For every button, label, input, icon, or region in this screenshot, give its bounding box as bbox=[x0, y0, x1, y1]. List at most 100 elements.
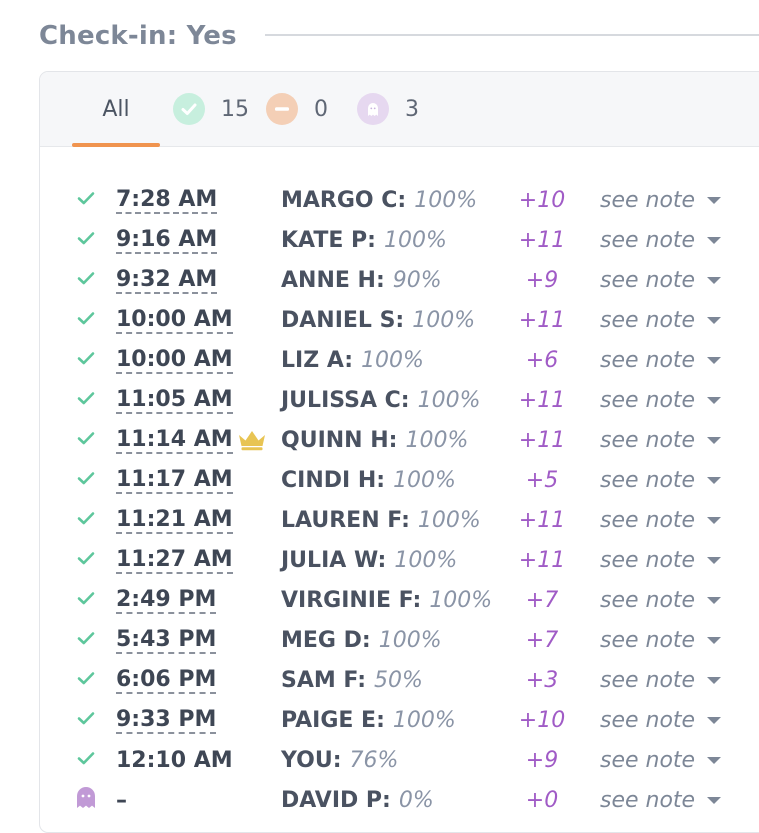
check-icon bbox=[76, 349, 96, 371]
check-circle-icon bbox=[173, 93, 205, 125]
see-note-dropdown[interactable]: see note bbox=[600, 660, 722, 700]
see-note-dropdown[interactable]: see note bbox=[600, 580, 722, 620]
see-note-dropdown[interactable]: see note bbox=[600, 260, 722, 300]
table-row: 10:00 AM LIZ A: 100% +6 see note bbox=[40, 340, 759, 380]
see-note-dropdown[interactable]: see note bbox=[600, 340, 722, 380]
see-note-dropdown[interactable]: see note bbox=[600, 420, 722, 460]
caret-down-icon bbox=[707, 756, 722, 764]
member-percent: 100% bbox=[394, 547, 458, 573]
caret-down-icon bbox=[707, 636, 722, 644]
checkin-time: – bbox=[116, 780, 127, 820]
caret-down-icon bbox=[707, 196, 722, 204]
member-percent: 100% bbox=[361, 347, 424, 373]
table-row: 7:28 AM MARGO C: 100% +10 see note bbox=[40, 180, 759, 220]
check-icon bbox=[76, 509, 96, 531]
checkin-time-text: 6:06 PM bbox=[116, 666, 217, 694]
see-note-dropdown[interactable]: see note bbox=[600, 540, 722, 580]
caret-down-icon bbox=[707, 676, 722, 684]
check-icon bbox=[76, 669, 96, 691]
status-indicator bbox=[74, 740, 98, 780]
see-note-label: see note bbox=[600, 387, 696, 413]
checkin-time-text: 10:00 AM bbox=[116, 346, 233, 374]
member-name-text: SAM F: bbox=[281, 667, 367, 693]
member-name-text: ANNE H: bbox=[281, 267, 385, 293]
caret-down-icon bbox=[707, 356, 722, 364]
member-percent: 100% bbox=[414, 187, 478, 213]
member-name-text: MEG D: bbox=[281, 627, 371, 653]
member-name: LAUREN F: 100% bbox=[281, 500, 481, 540]
table-row: 11:27 AM JULIA W: 100% +11 see note bbox=[40, 540, 759, 580]
check-icon bbox=[76, 469, 96, 491]
caret-down-icon bbox=[707, 476, 722, 484]
table-row: 9:33 PM PAIGE E: 100% +10 see note bbox=[40, 700, 759, 740]
see-note-dropdown[interactable]: see note bbox=[600, 740, 722, 780]
caret-down-icon bbox=[707, 396, 722, 404]
status-indicator bbox=[74, 620, 98, 660]
table-row: 11:17 AM CINDI H: 100% +5 see note bbox=[40, 460, 759, 500]
see-note-dropdown[interactable]: see note bbox=[600, 700, 722, 740]
tab-checked-in[interactable]: 15 bbox=[173, 72, 249, 146]
checked-in-count: 15 bbox=[221, 96, 249, 122]
member-percent: 100% bbox=[417, 387, 481, 413]
table-row: 9:16 AM KATE P: 100% +11 see note bbox=[40, 220, 759, 260]
header-divider bbox=[265, 34, 759, 36]
status-indicator bbox=[74, 460, 98, 500]
caret-down-icon bbox=[707, 276, 722, 284]
tab-declined[interactable]: 0 bbox=[266, 72, 328, 146]
table-row: 9:32 AM ANNE H: 90% +9 see note bbox=[40, 260, 759, 300]
check-icon bbox=[76, 229, 96, 251]
member-name: MARGO C: 100% bbox=[281, 180, 477, 220]
caret-down-icon bbox=[707, 556, 722, 564]
member-name-text: DAVID P: bbox=[281, 787, 391, 813]
checkin-time-text: 7:28 AM bbox=[116, 186, 218, 214]
points-value: +6 bbox=[525, 347, 559, 373]
points-value: +7 bbox=[525, 587, 559, 613]
status-indicator bbox=[74, 300, 98, 340]
table-row: 10:00 AM DANIEL S: 100% +11 see note bbox=[40, 300, 759, 340]
member-name-text: QUINN H: bbox=[281, 427, 398, 453]
member-name-text: JULISSA C: bbox=[281, 387, 410, 413]
check-icon bbox=[76, 429, 96, 451]
see-note-dropdown[interactable]: see note bbox=[600, 220, 722, 260]
points-value: +10 bbox=[518, 707, 566, 733]
status-indicator bbox=[74, 540, 98, 580]
check-icon bbox=[76, 189, 96, 211]
ghost-icon bbox=[75, 786, 97, 814]
table-row: 6:06 PM SAM F: 50% +3 see note bbox=[40, 660, 759, 700]
see-note-dropdown[interactable]: see note bbox=[600, 180, 722, 220]
tab-all[interactable]: All bbox=[72, 72, 160, 147]
checkin-time: 11:17 AM bbox=[116, 460, 233, 500]
ghost-circle-icon bbox=[357, 93, 389, 125]
tab-no-show[interactable]: 3 bbox=[357, 72, 419, 146]
caret-down-icon bbox=[707, 236, 722, 244]
points-value: +9 bbox=[525, 747, 559, 773]
see-note-dropdown[interactable]: see note bbox=[600, 460, 722, 500]
checkin-time: 11:27 AM bbox=[116, 540, 233, 580]
check-icon bbox=[76, 709, 96, 731]
checkin-time: 5:43 PM bbox=[116, 620, 217, 660]
checkin-time-text: – bbox=[116, 787, 127, 813]
points-value: +7 bbox=[525, 627, 559, 653]
member-percent: 76% bbox=[349, 747, 399, 773]
points-value: +11 bbox=[518, 507, 566, 533]
member-name-text: PAIGE E: bbox=[281, 707, 385, 733]
member-name: VIRGINIE F: 100% bbox=[281, 580, 492, 620]
points-value: +0 bbox=[525, 787, 559, 813]
points-value: +11 bbox=[518, 307, 566, 333]
see-note-dropdown[interactable]: see note bbox=[600, 380, 722, 420]
see-note-dropdown[interactable]: see note bbox=[600, 780, 722, 820]
see-note-dropdown[interactable]: see note bbox=[600, 500, 722, 540]
member-name: LIZ A: 100% bbox=[281, 340, 424, 380]
status-indicator bbox=[74, 420, 98, 460]
see-note-dropdown[interactable]: see note bbox=[600, 620, 722, 660]
see-note-label: see note bbox=[600, 507, 696, 533]
member-name: ANNE H: 90% bbox=[281, 260, 442, 300]
see-note-label: see note bbox=[600, 187, 696, 213]
see-note-label: see note bbox=[600, 787, 696, 813]
member-percent: 100% bbox=[378, 627, 442, 653]
table-row: – DAVID P: 0% +0 see note bbox=[40, 780, 759, 820]
see-note-dropdown[interactable]: see note bbox=[600, 300, 722, 340]
checkin-time-text: 11:14 AM bbox=[116, 426, 233, 454]
table-row: 11:14 AM QUINN H: 100% +11 see note bbox=[40, 420, 759, 460]
member-percent: 100% bbox=[393, 467, 456, 493]
